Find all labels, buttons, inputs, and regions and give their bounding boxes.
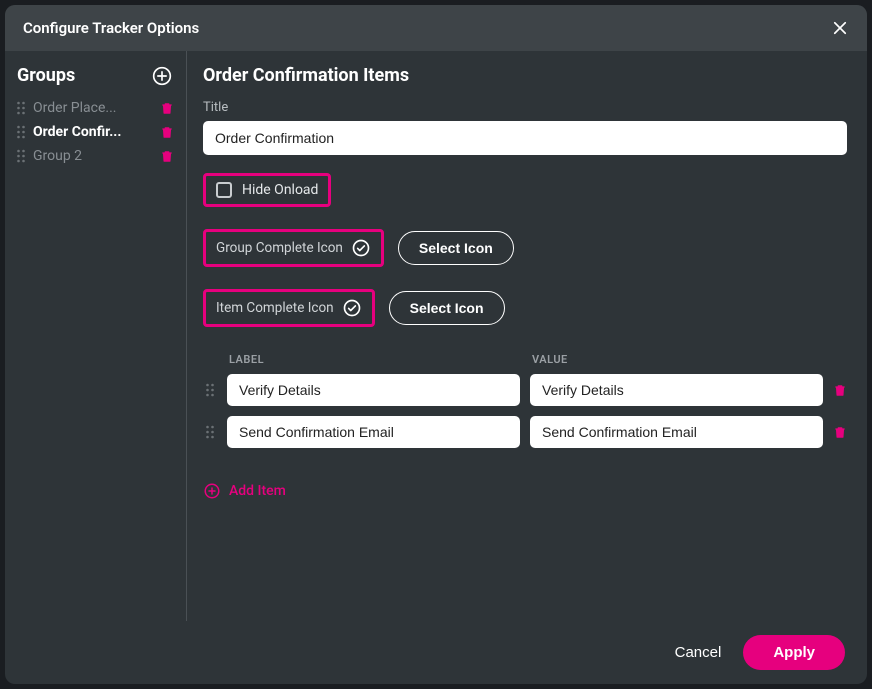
plus-circle-icon [152,66,172,86]
trash-icon [833,383,847,398]
column-label-header: LABEL [227,353,520,366]
delete-item-button[interactable] [833,425,847,440]
delete-group-button[interactable] [160,149,174,164]
close-button[interactable] [831,19,849,37]
group-complete-row: Group Complete Icon Select Icon [203,229,847,267]
group-complete-highlight: Group Complete Icon [203,229,384,267]
add-group-button[interactable] [152,66,172,86]
item-complete-row: Item Complete Icon Select Icon [203,289,847,327]
hide-onload-highlight: Hide Onload [203,173,331,207]
drag-handle-icon[interactable] [203,382,217,398]
items-header: LABEL VALUE [203,353,847,374]
item-value-input[interactable] [530,374,823,406]
dialog-title: Configure Tracker Options [23,19,199,37]
add-item-button[interactable]: Add Item [203,482,286,500]
check-circle-icon [351,238,371,258]
item-label-input[interactable] [227,374,520,406]
dialog-footer: Cancel Apply [5,621,867,684]
tracker-options-dialog: Configure Tracker Options Groups Order P… [5,5,867,684]
item-value-input[interactable] [530,416,823,448]
sidebar: Groups Order Place... Order Confir... [5,51,187,621]
column-value-header: VALUE [530,353,823,366]
trash-icon [160,149,174,164]
delete-item-button[interactable] [833,383,847,398]
select-group-icon-button[interactable]: Select Icon [398,231,514,265]
item-label-input[interactable] [227,416,520,448]
cancel-button[interactable]: Cancel [675,644,722,661]
dialog-header: Configure Tracker Options [5,5,867,51]
close-icon [831,19,849,37]
trash-icon [833,425,847,440]
hide-onload-label: Hide Onload [242,182,318,198]
drag-handle-icon[interactable] [15,100,27,116]
group-label[interactable]: Order Place... [33,100,154,116]
drag-handle-icon[interactable] [203,424,217,440]
hide-onload-row: Hide Onload [203,173,847,207]
delete-group-button[interactable] [160,101,174,116]
plus-circle-icon [203,482,221,500]
dialog-body: Groups Order Place... Order Confir... [5,51,867,621]
item-complete-label: Item Complete Icon [216,300,334,316]
title-input[interactable] [203,121,847,155]
group-row: Group 2 [15,144,174,168]
group-row: Order Place... [15,96,174,120]
group-label[interactable]: Group 2 [33,148,154,164]
add-item-label: Add Item [229,483,286,499]
group-row: Order Confir... [15,120,174,144]
item-row [203,416,847,448]
items-table: LABEL VALUE [203,353,847,448]
sidebar-header: Groups [15,65,174,86]
select-item-icon-button[interactable]: Select Icon [389,291,505,325]
main-panel: Order Confirmation Items Title Hide Onlo… [187,51,867,621]
drag-handle-icon[interactable] [15,124,27,140]
hide-onload-checkbox[interactable] [216,182,232,198]
title-field-label: Title [203,100,847,115]
main-title: Order Confirmation Items [203,65,847,86]
trash-icon [160,101,174,116]
trash-icon [160,125,174,140]
check-circle-icon [342,298,362,318]
apply-button[interactable]: Apply [743,635,845,670]
item-complete-highlight: Item Complete Icon [203,289,375,327]
sidebar-title: Groups [17,65,75,86]
drag-handle-icon[interactable] [15,148,27,164]
item-row [203,374,847,406]
group-complete-label: Group Complete Icon [216,240,343,256]
delete-group-button[interactable] [160,125,174,140]
group-label[interactable]: Order Confir... [33,124,154,140]
